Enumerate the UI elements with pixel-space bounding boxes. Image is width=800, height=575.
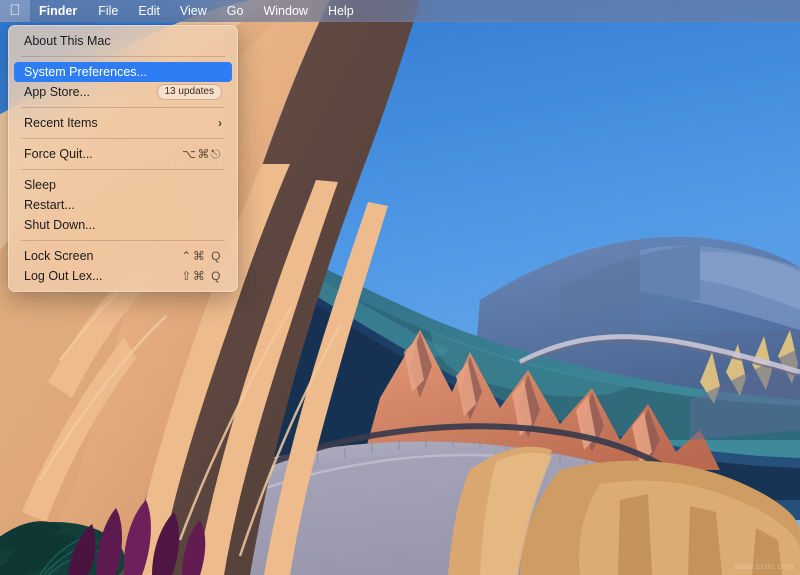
menu-separator [21, 56, 225, 57]
apple-logo-icon:  [9, 3, 20, 18]
keyboard-shortcut: ⌃⌘ Q [181, 249, 222, 263]
menu-separator [21, 138, 225, 139]
menu-item-sleep[interactable]: Sleep [14, 175, 232, 195]
menu-bar-item-view[interactable]: View [170, 0, 217, 22]
menu-item-recent-items[interactable]: Recent Items › [14, 113, 232, 133]
menu-item-label: Lock Screen [24, 249, 169, 263]
menu-item-restart[interactable]: Restart... [14, 195, 232, 215]
menu-item-force-quit[interactable]: Force Quit... ⌥⌘⎋ [14, 144, 232, 164]
menu-bar-item-window[interactable]: Window [253, 0, 317, 22]
menu-bar-item-edit[interactable]: Edit [128, 0, 170, 22]
updates-badge: 13 updates [157, 84, 223, 101]
menu-item-label: Force Quit... [24, 147, 170, 161]
menu-item-label: Sleep [24, 178, 222, 192]
menu-item-label: About This Mac [24, 34, 222, 48]
desktop-screen: www.sxdn.com  FinderFileEditViewGoWindo… [0, 0, 800, 575]
menu-bar-item-finder[interactable]: Finder [30, 0, 88, 22]
menu-separator [21, 169, 225, 170]
menu-bar:  FinderFileEditViewGoWindowHelp [0, 0, 800, 22]
menu-bar-item-help[interactable]: Help [318, 0, 364, 22]
keyboard-shortcut: ⌥⌘⎋ [182, 147, 222, 162]
menu-separator [21, 240, 225, 241]
menu-item-about-this-mac[interactable]: About This Mac [14, 31, 232, 51]
menu-item-app-store[interactable]: App Store... 13 updates [14, 82, 232, 102]
menu-item-label: Recent Items [24, 116, 206, 130]
apple-menu-button[interactable]:  [0, 0, 30, 22]
menu-item-label: System Preferences... [24, 65, 222, 79]
menu-bar-item-file[interactable]: File [88, 0, 128, 22]
keyboard-shortcut: ⇧⌘ Q [181, 269, 222, 283]
menu-item-log-out[interactable]: Log Out Lex... ⇧⌘ Q [14, 266, 232, 286]
menu-item-label: Log Out Lex... [24, 269, 169, 283]
menu-item-shut-down[interactable]: Shut Down... [14, 215, 232, 235]
apple-dropdown-menu: About This Mac System Preferences... App S… [8, 25, 238, 292]
menu-item-lock-screen[interactable]: Lock Screen ⌃⌘ Q [14, 246, 232, 266]
menu-bar-items: FinderFileEditViewGoWindowHelp [30, 0, 364, 22]
menu-item-system-preferences[interactable]: System Preferences... [14, 62, 232, 82]
menu-item-label: App Store... [24, 85, 145, 99]
menu-bar-item-go[interactable]: Go [217, 0, 254, 22]
menu-item-label: Restart... [24, 198, 222, 212]
menu-item-label: Shut Down... [24, 218, 222, 232]
chevron-right-icon: › [218, 116, 222, 130]
menu-separator [21, 107, 225, 108]
